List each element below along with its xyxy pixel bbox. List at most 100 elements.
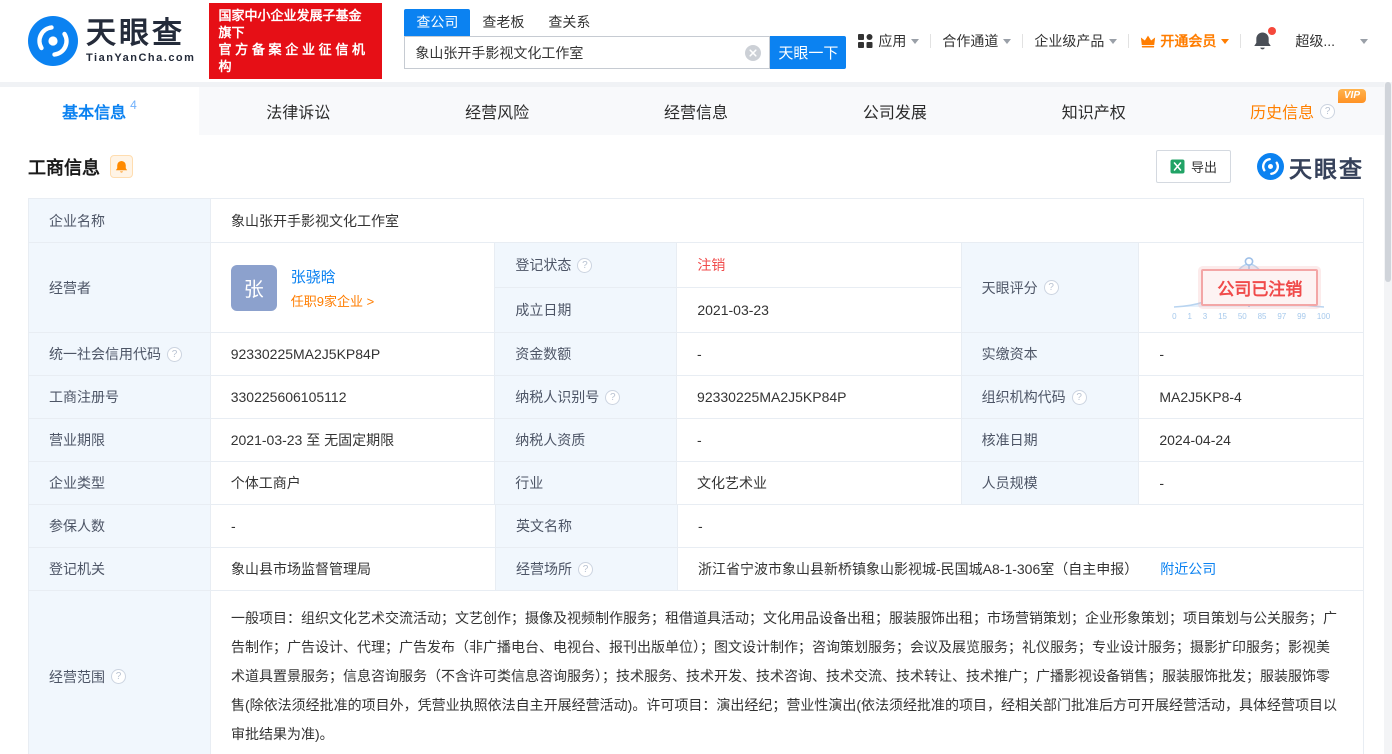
tab-operation-info[interactable]: 经营信息 bbox=[597, 87, 796, 135]
orange-bell-icon bbox=[115, 160, 128, 173]
tianyancha-logo[interactable]: 天眼查 TianYanCha.com bbox=[28, 16, 195, 66]
scrollbar-thumb[interactable] bbox=[1385, 82, 1391, 282]
search-tab-company[interactable]: 查公司 bbox=[404, 9, 471, 36]
help-icon[interactable]: ? bbox=[167, 346, 182, 362]
table-row: 经营者 张 张骁晗 任职9家企业 > 登记状态 ? 注销 成立日期 2021-0… bbox=[29, 243, 1363, 333]
clear-search-icon[interactable] bbox=[745, 44, 762, 61]
axis-tick: 3 bbox=[1202, 311, 1208, 321]
help-icon[interactable]: ? bbox=[1320, 103, 1336, 119]
axis-tick: 85 bbox=[1257, 311, 1267, 321]
premises-label: 经营场所 ? bbox=[496, 548, 678, 591]
table-row: 企业类型 个体工商户 行业 文化艺术业 人员规模 - bbox=[29, 462, 1363, 505]
nav-super-label: 超级... bbox=[1295, 33, 1335, 49]
operator-cell: 张 张骁晗 任职9家企业 > bbox=[210, 243, 496, 333]
approval-date-label: 核准日期 bbox=[961, 419, 1140, 462]
capital-label: 资金数额 bbox=[495, 333, 678, 376]
export-label: 导出 bbox=[1190, 160, 1217, 175]
crown-icon bbox=[1141, 35, 1156, 48]
tab-basic-info[interactable]: 基本信息 4 bbox=[0, 87, 199, 135]
table-row: 工商注册号 330225606105112 纳税人识别号 ? 92330225M… bbox=[29, 376, 1363, 419]
nav-open-membership[interactable]: 开通会员 bbox=[1129, 31, 1240, 51]
score-cell: 0 1 3 15 50 85 97 99 100 公司已注销 bbox=[1139, 243, 1363, 333]
table-row: 登记机关 象山县市场监督管理局 经营场所 ? 浙江省宁波市象山县新桥镇象山影视城… bbox=[29, 548, 1363, 591]
tab-operation-risk[interactable]: 经营风险 bbox=[398, 87, 597, 135]
company-type-label: 企业类型 bbox=[29, 462, 211, 505]
tab-legal-label: 法律诉讼 bbox=[266, 105, 331, 122]
tianyancha-swirl-icon bbox=[28, 16, 78, 66]
search-box bbox=[404, 36, 771, 69]
company-name-label: 企业名称 bbox=[29, 199, 211, 243]
table-row: 企业名称 象山张开手影视文化工作室 bbox=[29, 199, 1363, 243]
operator-name-link[interactable]: 张骁晗 bbox=[291, 266, 374, 287]
business-info-table: 企业名称 象山张开手影视文化工作室 经营者 张 张骁晗 任职9家企业 > 登记状… bbox=[28, 198, 1364, 754]
tab-basic-info-count: 4 bbox=[130, 98, 137, 112]
nav-partner-channel[interactable]: 合作通道 bbox=[931, 31, 1022, 51]
subscribe-bell-button[interactable] bbox=[110, 155, 133, 178]
chevron-down-icon bbox=[911, 38, 920, 44]
logo-title: 天眼查 bbox=[86, 16, 185, 50]
chevron-down-icon bbox=[1003, 38, 1012, 44]
reg-status-label: 登记状态 ? bbox=[495, 243, 678, 288]
org-code-label-text: 组织机构代码 bbox=[981, 389, 1066, 405]
gov-badge-line2: 官方备案企业征信机构 bbox=[218, 42, 369, 74]
help-icon[interactable]: ? bbox=[1043, 280, 1059, 295]
scrollbar[interactable] bbox=[1384, 82, 1392, 754]
help-icon[interactable]: ? bbox=[1071, 389, 1087, 405]
insured-count-value: - bbox=[211, 505, 496, 548]
help-icon[interactable]: ? bbox=[605, 389, 621, 405]
nav-enterprise-label: 企业级产品 bbox=[1034, 33, 1105, 49]
approval-date-value: 2024-04-24 bbox=[1139, 419, 1363, 462]
nav-super-vip[interactable]: 超级... bbox=[1284, 31, 1346, 51]
apps-grid-icon bbox=[858, 34, 873, 48]
section-title: 工商信息 bbox=[28, 157, 100, 178]
reg-number-value: 330225606105112 bbox=[210, 376, 496, 419]
logo-domain: TianYanCha.com bbox=[86, 51, 196, 64]
help-icon[interactable]: ? bbox=[578, 561, 593, 577]
chevron-down-icon[interactable] bbox=[1360, 38, 1368, 44]
axis-tick: 50 bbox=[1237, 311, 1247, 321]
company-tab-bar: 基本信息 4 法律诉讼 经营风险 经营信息 公司发展 知识产权 历史信息 ? V… bbox=[0, 87, 1392, 135]
excel-icon bbox=[1170, 159, 1185, 174]
taxpayer-id-label-text: 纳税人识别号 bbox=[515, 389, 600, 405]
operator-positions-link[interactable]: 任职9家企业 > bbox=[291, 291, 374, 310]
search-tabs: 查公司 查老板 查关系 bbox=[404, 9, 846, 36]
nav-partner-label: 合作通道 bbox=[942, 33, 999, 49]
export-button[interactable]: 导出 bbox=[1155, 150, 1231, 183]
business-scope-label: 经营范围 ? bbox=[29, 591, 211, 754]
nearby-companies-link[interactable]: 附近公司 bbox=[1160, 559, 1216, 579]
search-tab-boss[interactable]: 查老板 bbox=[470, 9, 536, 36]
paid-capital-label: 实缴资本 bbox=[961, 333, 1140, 376]
search-button[interactable]: 天眼一下 bbox=[770, 36, 847, 69]
industry-label: 行业 bbox=[495, 462, 678, 505]
chevron-down-icon bbox=[1109, 38, 1118, 44]
search-tab-relation[interactable]: 查关系 bbox=[536, 9, 602, 36]
tab-company-development[interactable]: 公司发展 bbox=[795, 87, 994, 135]
business-scope-label-text: 经营范围 bbox=[49, 668, 105, 685]
english-name-label: 英文名称 bbox=[496, 505, 678, 548]
tab-legal-proceedings[interactable]: 法律诉讼 bbox=[199, 87, 398, 135]
taxpayer-id-label: 纳税人识别号 ? bbox=[495, 376, 678, 419]
table-row: 营业期限 2021-03-23 至 无固定期限 纳税人资质 - 核准日期 202… bbox=[29, 419, 1363, 462]
tab-intellectual-property[interactable]: 知识产权 bbox=[994, 87, 1193, 135]
reg-number-label: 工商注册号 bbox=[29, 376, 211, 419]
tab-history-info[interactable]: 历史信息 ? VIP bbox=[1193, 87, 1392, 135]
premises-cell: 浙江省宁波市象山县新桥镇象山影视城-民国城A8-1-306室（自主申报） 附近公… bbox=[678, 548, 1363, 591]
reg-authority-value: 象山县市场监督管理局 bbox=[211, 548, 496, 591]
nav-apps-label: 应用 bbox=[878, 33, 907, 49]
score-label-text: 天眼评分 bbox=[981, 279, 1038, 296]
reg-authority-label: 登记机关 bbox=[29, 548, 211, 591]
avatar[interactable]: 张 bbox=[230, 264, 277, 311]
business-scope-value: 一般项目：组织文化艺术交流活动；文艺创作；摄像及视频制作服务；租借道具活动；文化… bbox=[211, 591, 1363, 754]
watermark-text: 天眼查 bbox=[1289, 155, 1364, 182]
score-axis-labels: 0 1 3 15 50 85 97 99 100 bbox=[1172, 312, 1330, 321]
help-icon[interactable]: ? bbox=[111, 669, 126, 684]
nav-enterprise-products[interactable]: 企业级产品 bbox=[1023, 31, 1128, 51]
nav-apps[interactable]: 应用 bbox=[846, 31, 930, 51]
search-input[interactable] bbox=[415, 44, 746, 61]
reg-status-label-text: 登记状态 bbox=[515, 257, 572, 273]
tab-operation-label: 经营信息 bbox=[664, 105, 729, 122]
gov-badge-line1: 国家中小企业发展子基金旗下 bbox=[218, 8, 362, 40]
notifications-bell-button[interactable] bbox=[1241, 27, 1284, 51]
help-icon[interactable]: ? bbox=[577, 257, 593, 273]
table-subrow: 成立日期 2021-03-23 bbox=[495, 288, 962, 333]
